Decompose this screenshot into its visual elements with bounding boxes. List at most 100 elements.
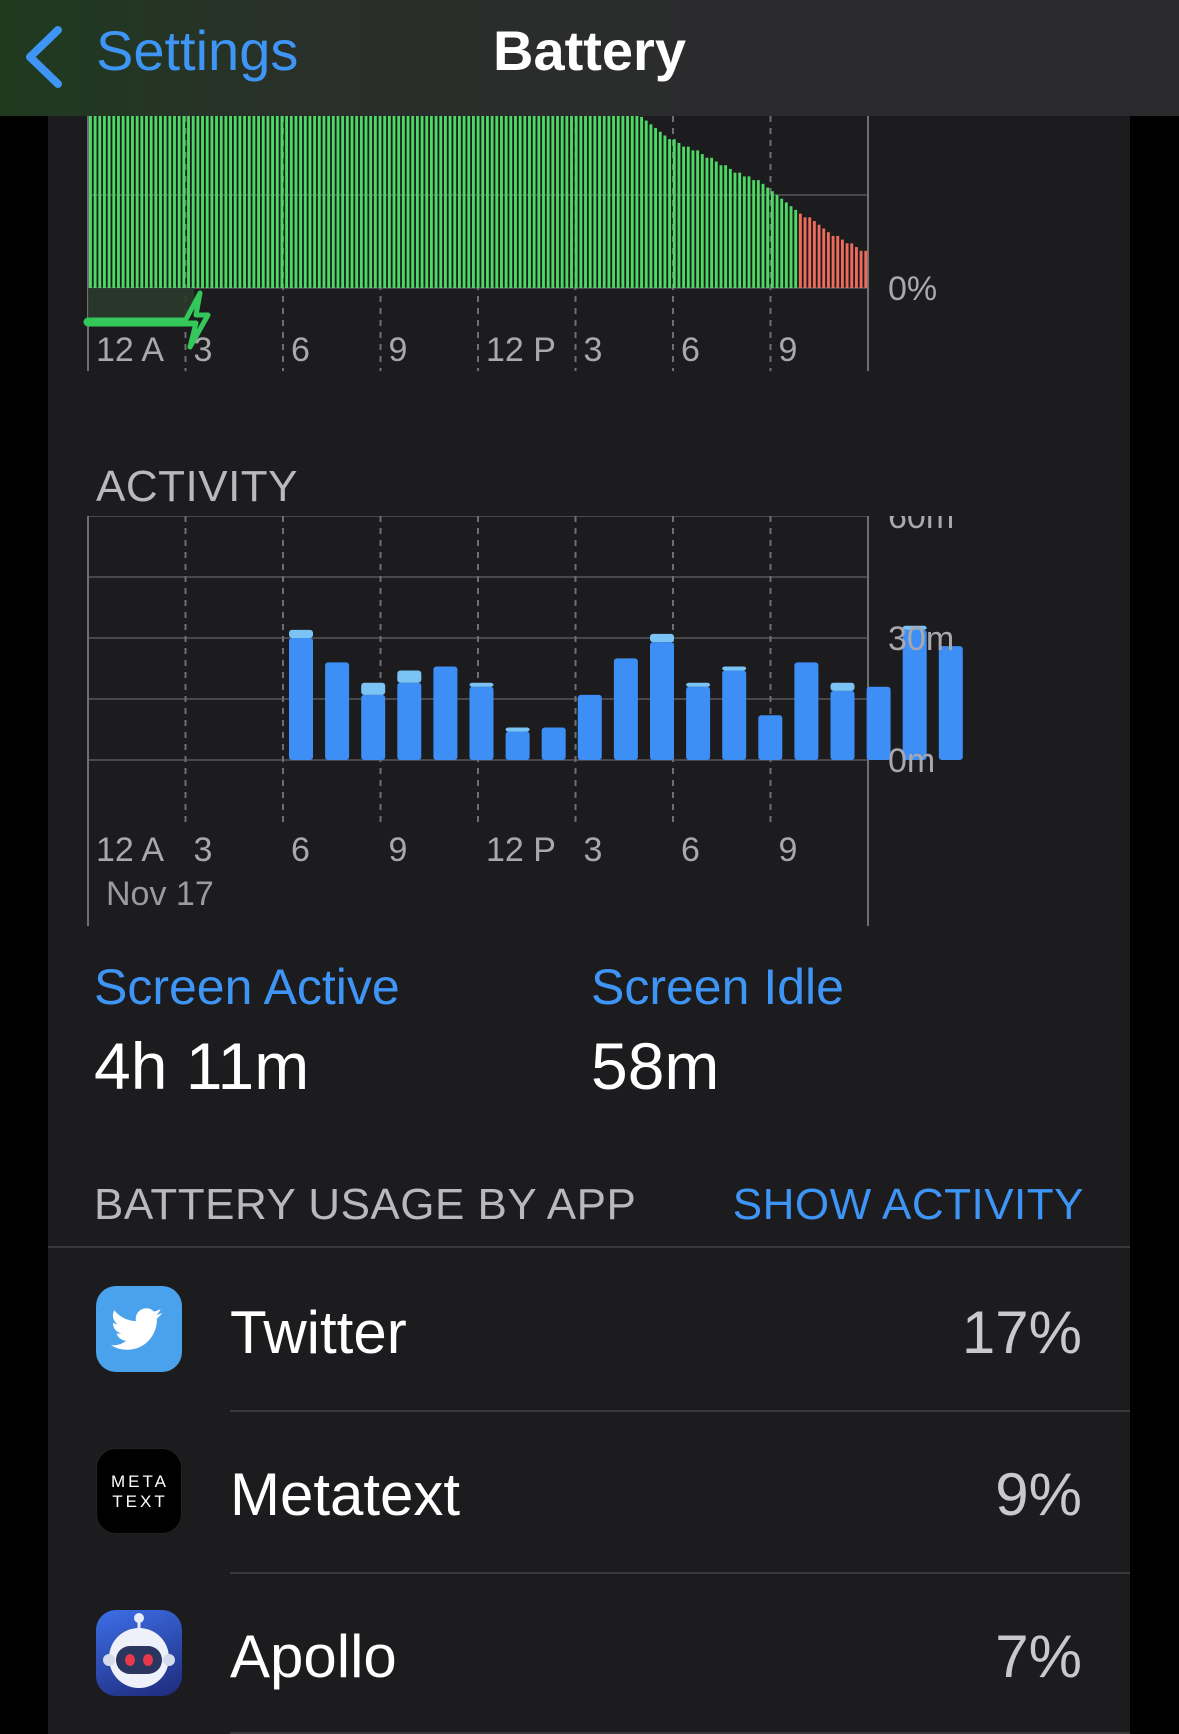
battery-level-bar [518, 116, 522, 288]
battery-level-bar [140, 116, 144, 288]
battery-level-bar [476, 116, 480, 288]
battery-level-bar [103, 116, 106, 288]
battery-level-bar [588, 116, 592, 288]
battery-usage-by-app-label: BATTERY USAGE BY APP [94, 1180, 637, 1229]
battery-level-bar [369, 116, 373, 288]
battery-level-bar [425, 116, 429, 288]
battery-level-bar [537, 116, 541, 288]
battery-level-bar [658, 131, 662, 288]
battery-level-bar [233, 116, 237, 288]
battery-level-bar [182, 116, 186, 288]
battery-level-bar [621, 116, 625, 288]
activity-bar-active [541, 727, 566, 760]
app-percent: 7% [995, 1623, 1082, 1690]
battery-level-bar [168, 116, 172, 288]
activity-section-label: ACTIVITY [96, 462, 299, 511]
activity-bar-active [866, 686, 891, 760]
activity-bar-idle [505, 727, 530, 732]
battery-level-bar [579, 116, 583, 288]
activity-bar-active [325, 662, 350, 760]
battery-level-bar [546, 116, 550, 288]
battery-level-bar [691, 150, 695, 288]
activity-x-label: 9 [389, 831, 408, 869]
battery-level-bar [710, 157, 714, 288]
battery-card: 50% 0% 12 A 3 6 9 12 P 3 6 9 ACTIVITY 60m 30m 0m 1… [48, 116, 1130, 1734]
app-row-apollo[interactable]: Apollo 7% [48, 1572, 1130, 1734]
activity-bar-active [938, 646, 963, 760]
activity-bar-idle [830, 682, 855, 691]
battery-level-bar [327, 116, 331, 288]
battery-level-bar [145, 116, 148, 288]
battery-level-bar [490, 116, 494, 288]
battery-level-bar [294, 116, 298, 288]
battery-level-bar [355, 116, 359, 288]
battery-level-chart[interactable]: 50% 0% 12 A 3 6 9 12 P 3 6 9 [48, 116, 1130, 436]
show-activity-button[interactable]: SHOW ACTIVITY [733, 1180, 1084, 1230]
battery-y-label: 0% [888, 270, 937, 308]
navigation-bar: Settings Battery [0, 0, 1179, 116]
battery-level-bar [159, 116, 162, 288]
battery-level-bar [626, 116, 629, 288]
battery-level-bar [415, 116, 419, 288]
battery-level-bar [238, 116, 242, 288]
app-name: Twitter [230, 1299, 407, 1366]
battery-level-bar [822, 228, 826, 288]
activity-bar-active [650, 642, 674, 760]
activity-date-label: Nov 17 [106, 875, 214, 913]
battery-level-bar [836, 235, 840, 288]
battery-level-bar [812, 221, 816, 288]
activity-x-label: 6 [681, 831, 700, 869]
battery-level-bar [635, 116, 639, 288]
battery-level-bar [252, 116, 256, 288]
battery-x-label: 12 P [486, 331, 556, 369]
battery-level-bar [201, 116, 204, 288]
battery-level-bar [532, 116, 536, 288]
activity-bar-active [722, 670, 747, 760]
battery-level-bar [504, 116, 508, 288]
battery-level-bar [756, 180, 760, 288]
app-row-twitter[interactable]: Twitter 17% [48, 1248, 1130, 1410]
charging-period-shade [88, 288, 195, 320]
activity-x-label: 6 [291, 831, 310, 869]
battery-level-bar [149, 116, 153, 288]
battery-level-bar [173, 116, 176, 288]
battery-level-bar [808, 217, 812, 288]
app-row-metatext[interactable]: META TEXT Metatext 9% [48, 1410, 1130, 1572]
battery-level-bar [121, 116, 125, 288]
battery-level-bar [439, 116, 443, 288]
battery-level-bar [191, 116, 195, 288]
battery-level-bar [584, 116, 587, 288]
battery-level-bar [341, 116, 345, 288]
battery-y-label: 50% [888, 116, 956, 122]
battery-level-bar [135, 116, 139, 288]
activity-y-label: 30m [888, 620, 954, 658]
battery-level-bar [359, 116, 363, 288]
activity-chart[interactable]: 60m 30m 0m 12 A 3 6 9 12 P 3 6 9 Nov 17 [48, 516, 1130, 936]
battery-level-bar [495, 116, 499, 288]
battery-level-bar [714, 161, 718, 288]
battery-level-bar [373, 116, 377, 288]
activity-bar-active [758, 715, 783, 760]
battery-level-bar [682, 146, 686, 288]
battery-level-bar [766, 187, 770, 288]
battery-level-bar [457, 116, 461, 288]
battery-level-bar [229, 116, 232, 288]
battery-level-bar [850, 243, 854, 288]
battery-level-bar [177, 116, 181, 288]
battery-level-bar [770, 191, 774, 288]
battery-level-bar [486, 116, 489, 288]
battery-level-bar [313, 116, 317, 288]
battery-level-bar [728, 168, 732, 288]
battery-level-bar [275, 116, 279, 288]
battery-level-bar [649, 124, 653, 288]
battery-level-bar [308, 116, 312, 288]
battery-level-bar [817, 224, 821, 288]
battery-level-bar [733, 172, 737, 288]
battery-level-bar [500, 116, 503, 288]
battery-level-bar [196, 116, 200, 288]
battery-x-label: 12 A [96, 331, 164, 369]
battery-level-bar [266, 116, 270, 288]
battery-level-bar [672, 139, 676, 288]
battery-level-bar [752, 180, 756, 288]
battery-level-bar [317, 116, 321, 288]
